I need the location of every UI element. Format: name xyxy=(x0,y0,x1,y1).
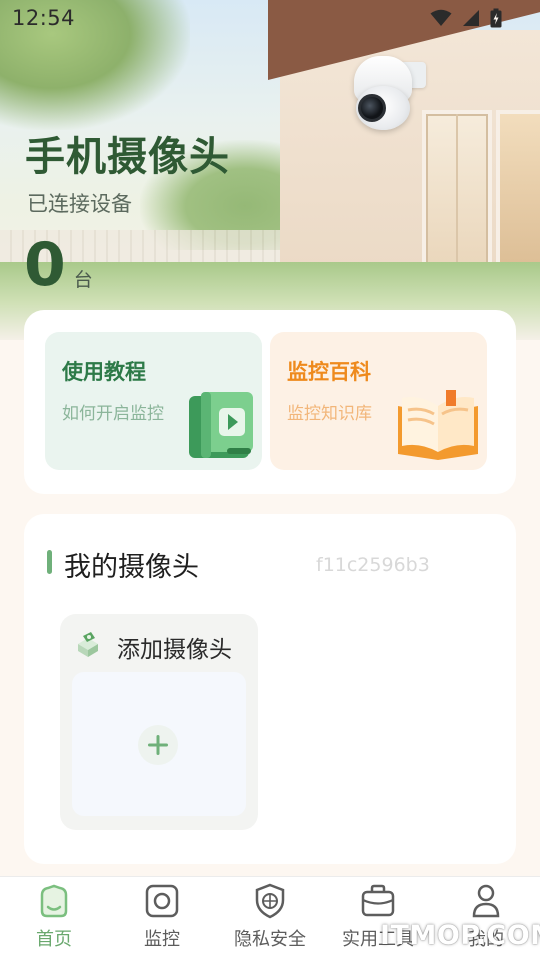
wiki-card[interactable]: 监控百科 监控知识库 xyxy=(270,332,487,470)
nav-home-label: 首页 xyxy=(36,929,72,950)
tutorial-subtitle: 如何开启监控 xyxy=(62,404,164,424)
home-icon xyxy=(40,884,68,918)
nav-privacy-label: 隐私安全 xyxy=(234,929,306,950)
nav-monitor[interactable]: 监控 xyxy=(108,877,216,960)
signal-icon xyxy=(463,10,479,26)
page-title: 手机摄像头 xyxy=(25,134,230,180)
battery-icon xyxy=(490,8,502,28)
feature-panel: 使用教程 如何开启监控 监控百科 监控知识库 xyxy=(24,310,516,494)
tutorial-card[interactable]: 使用教程 如何开启监控 xyxy=(45,332,262,470)
wifi-icon xyxy=(430,9,452,26)
camera-preview-area[interactable] xyxy=(72,672,246,816)
device-id: f11c2596b3 xyxy=(316,554,430,576)
status-bar: 12:54 xyxy=(0,0,540,38)
device-count-unit: 台 xyxy=(73,269,93,291)
my-cameras-section: 我的摄像头 f11c2596b3 添加摄像头 xyxy=(24,514,516,864)
status-icons xyxy=(430,8,502,28)
tutorial-title: 使用教程 xyxy=(62,360,146,384)
camera-icon xyxy=(145,884,179,918)
briefcase-icon xyxy=(361,884,395,917)
nav-monitor-label: 监控 xyxy=(144,929,180,950)
user-icon xyxy=(472,884,500,918)
camera-cube-icon xyxy=(78,632,98,657)
watermark: ITMOP.COM xyxy=(380,920,540,951)
add-icon[interactable] xyxy=(138,725,178,765)
wiki-title: 监控百科 xyxy=(287,360,371,384)
add-camera-card[interactable]: 添加摄像头 xyxy=(60,614,258,830)
section-accent-bar xyxy=(47,550,52,574)
video-book-icon xyxy=(189,392,253,458)
nav-privacy[interactable]: 隐私安全 xyxy=(216,877,324,960)
status-time: 12:54 xyxy=(12,6,76,30)
device-count-number: 0 xyxy=(24,230,66,300)
security-camera-illustration xyxy=(352,50,426,130)
nav-home[interactable]: 首页 xyxy=(0,877,108,960)
wiki-subtitle: 监控知识库 xyxy=(287,404,372,424)
connected-devices-label: 已连接设备 xyxy=(27,192,132,216)
shield-icon xyxy=(255,883,285,919)
device-count: 0 台 xyxy=(24,232,93,298)
open-book-icon xyxy=(398,390,478,460)
my-cameras-title: 我的摄像头 xyxy=(64,552,199,583)
add-camera-label: 添加摄像头 xyxy=(117,637,232,663)
